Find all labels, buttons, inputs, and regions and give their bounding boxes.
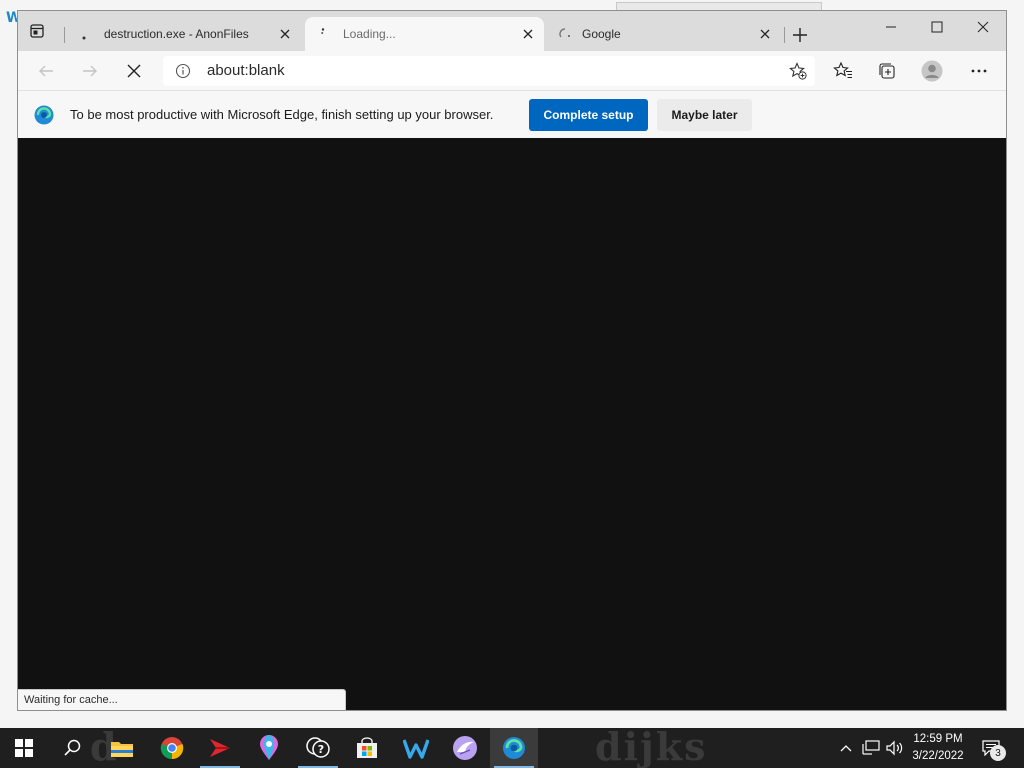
- tab-strip: destruction.exe - AnonFiles Loading... G…: [18, 11, 1006, 51]
- address-url[interactable]: about:blank: [207, 62, 285, 79]
- add-favorite-icon[interactable]: [789, 62, 807, 83]
- clock-time: 12:59 PM: [913, 733, 963, 745]
- tab-google[interactable]: Google: [544, 17, 781, 51]
- loading-spinner-icon: [317, 26, 333, 42]
- search-icon[interactable]: [48, 728, 96, 768]
- favorites-icon[interactable]: [828, 56, 858, 86]
- bird-app-icon[interactable]: [441, 728, 489, 768]
- maps-icon[interactable]: [245, 728, 293, 768]
- maybe-later-button[interactable]: Maybe later: [657, 99, 752, 131]
- tab-separator: [784, 27, 785, 43]
- help-icon[interactable]: ?: [294, 728, 342, 768]
- address-bar[interactable]: about:blank: [163, 56, 815, 86]
- red-app-icon[interactable]: [196, 728, 244, 768]
- tab-close-icon[interactable]: [277, 26, 293, 42]
- status-bar: Waiting for cache...: [18, 689, 346, 710]
- file-explorer-icon[interactable]: [98, 728, 146, 768]
- start-icon[interactable]: [0, 728, 48, 768]
- edge-browser-window: destruction.exe - AnonFiles Loading... G…: [17, 10, 1007, 711]
- notification-count-badge: 3: [990, 745, 1006, 761]
- back-arrow-icon[interactable]: [31, 56, 61, 86]
- tab-close-icon[interactable]: [757, 26, 773, 42]
- edge-icon[interactable]: [490, 728, 538, 768]
- more-options-icon[interactable]: [964, 56, 994, 86]
- loading-spinner-icon: [556, 26, 572, 42]
- forward-arrow-icon[interactable]: [75, 56, 105, 86]
- tab-close-icon[interactable]: [520, 26, 536, 42]
- w-app-icon[interactable]: [392, 728, 440, 768]
- infobar-message: To be most productive with Microsoft Edg…: [70, 107, 494, 122]
- navigation-toolbar: about:blank: [18, 51, 1006, 90]
- tab-title: Loading...: [343, 27, 396, 41]
- page-content: Waiting for cache...: [18, 138, 1006, 710]
- svg-text:?: ?: [318, 743, 324, 756]
- info-icon[interactable]: [175, 63, 191, 82]
- network-icon[interactable]: [858, 728, 884, 768]
- collections-icon[interactable]: [872, 56, 902, 86]
- tab-actions-icon[interactable]: [26, 20, 48, 42]
- profile-avatar-icon[interactable]: [917, 56, 947, 86]
- tab-loading[interactable]: Loading...: [305, 17, 544, 51]
- tab-separator: [64, 27, 65, 43]
- store-icon[interactable]: [343, 728, 391, 768]
- close-icon[interactable]: [960, 11, 1006, 43]
- setup-infobar: To be most productive with Microsoft Edg…: [18, 90, 1006, 138]
- chevron-up-icon[interactable]: [836, 728, 856, 768]
- clock-date: 3/22/2022: [912, 750, 964, 762]
- taskbar-clock[interactable]: 12:59 PM 3/22/2022: [906, 731, 970, 765]
- dot-icon: [78, 26, 94, 42]
- maximize-icon[interactable]: [914, 11, 960, 43]
- tab-destruction[interactable]: destruction.exe - AnonFiles: [66, 17, 301, 51]
- minimize-icon[interactable]: [868, 11, 914, 43]
- tab-title: destruction.exe - AnonFiles: [104, 27, 249, 41]
- complete-setup-button[interactable]: Complete setup: [529, 99, 648, 131]
- tab-title: Google: [582, 27, 621, 41]
- plus-icon[interactable]: [788, 23, 812, 47]
- taskbar: d dijks ? 12:59 PM 3/22/2022 3: [0, 728, 1024, 768]
- stop-loading-icon[interactable]: [119, 56, 149, 86]
- volume-icon[interactable]: [884, 728, 906, 768]
- edge-logo-icon: [34, 105, 54, 128]
- chrome-icon[interactable]: [148, 728, 196, 768]
- wallpaper-decoration: dijks: [595, 728, 708, 768]
